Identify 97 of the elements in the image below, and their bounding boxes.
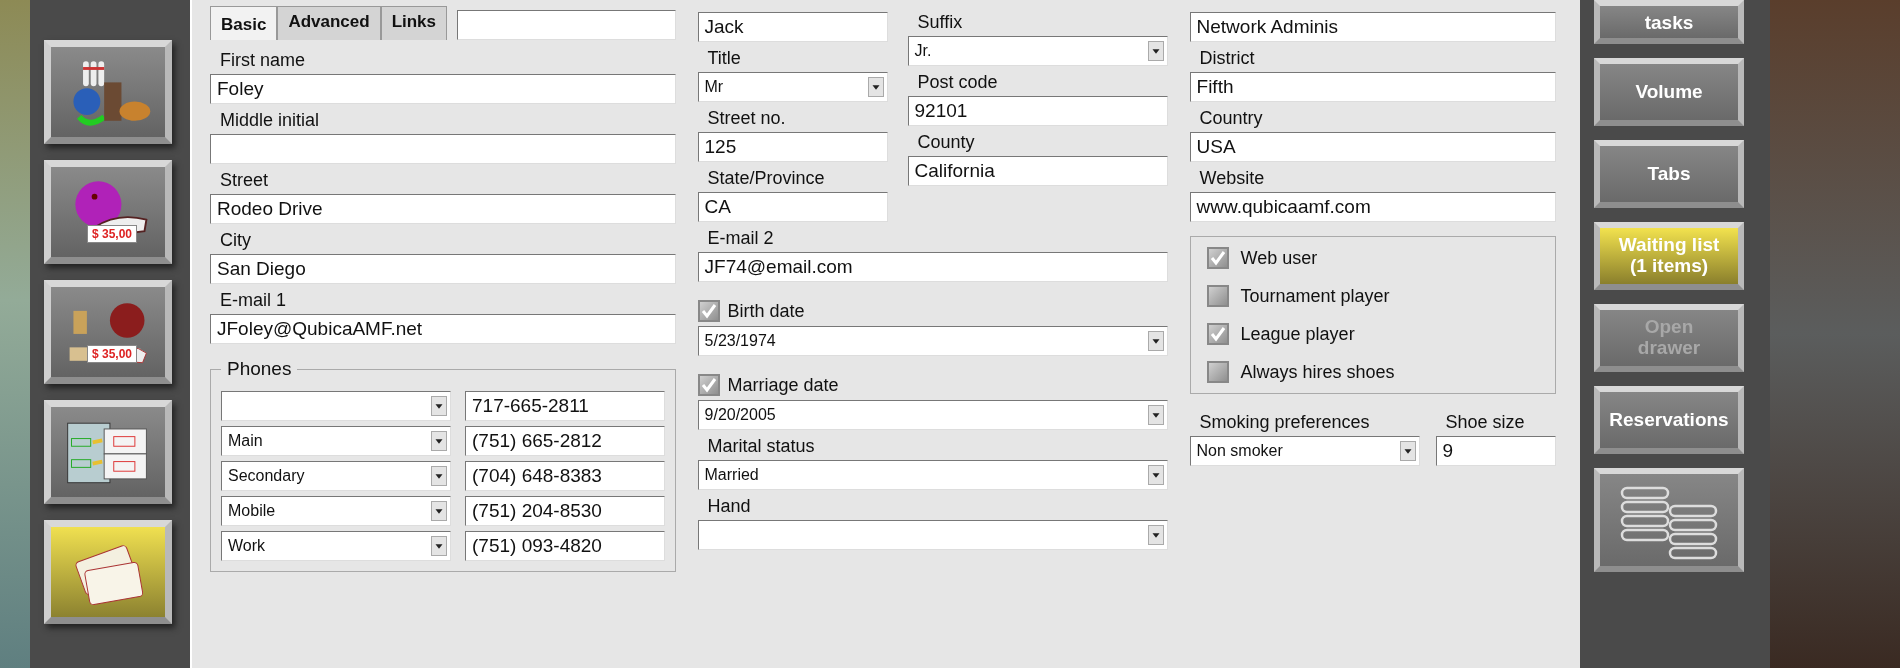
- caret-icon: [1147, 465, 1164, 485]
- field-label: E-mail 1: [220, 290, 287, 311]
- price-tag: $ 35,00: [87, 225, 138, 243]
- checkbox-label: Web user: [1240, 247, 1318, 269]
- caret-icon: [431, 501, 447, 521]
- dropdown-field[interactable]: Mobile: [221, 496, 451, 526]
- checkbox-label: Tournament player: [1240, 285, 1390, 307]
- dropdown-field[interactable]: Non smoker: [1189, 436, 1420, 466]
- field-label: First name: [220, 50, 307, 71]
- caret-icon: [1147, 41, 1164, 61]
- dropdown-field[interactable]: Jr.: [907, 36, 1168, 66]
- tab[interactable]: Basic: [210, 6, 278, 40]
- caret-icon: [431, 466, 447, 486]
- field-label: Hand: [707, 496, 752, 517]
- side-button[interactable]: Tabs: [1594, 140, 1744, 208]
- check-icon: [1208, 249, 1227, 267]
- icon-button[interactable]: [44, 40, 172, 144]
- caret-icon: [1147, 405, 1164, 425]
- dropdown-field[interactable]: Married: [697, 460, 1168, 490]
- dropdown-field[interactable]: Main: [221, 426, 451, 456]
- input-field[interactable]: USA: [1189, 132, 1556, 162]
- dropdown-field[interactable]: Work: [221, 531, 451, 561]
- input-field[interactable]: 125: [697, 132, 888, 162]
- field-label: Post code: [917, 72, 999, 93]
- caret-icon: [431, 431, 447, 451]
- check-icon: [699, 302, 718, 320]
- dropdown-field[interactable]: [221, 391, 451, 421]
- dropdown-field[interactable]: 5/23/1974: [697, 326, 1168, 356]
- price-tag: $ 35,00: [87, 345, 138, 363]
- input-field[interactable]: (704) 648-8383: [465, 461, 665, 491]
- icon-button[interactable]: $ 35,00: [44, 280, 172, 384]
- checkbox[interactable]: [697, 374, 720, 396]
- input-field[interactable]: (751) 665-2812: [465, 426, 665, 456]
- input-field[interactable]: 92101: [907, 96, 1168, 126]
- caret-icon: [431, 536, 447, 556]
- input-field[interactable]: JF74@email.com: [697, 252, 1168, 282]
- field-label: City: [220, 230, 252, 251]
- check-icon: [1208, 325, 1227, 343]
- input-field[interactable]: [210, 134, 676, 164]
- field-label: Marital status: [707, 436, 816, 457]
- field-label: Smoking preferences: [1199, 412, 1371, 433]
- input-field[interactable]: JFoley@QubicaAMF.net: [210, 314, 676, 344]
- checkbox-label: League player: [1240, 323, 1355, 345]
- checkbox[interactable]: [697, 300, 720, 322]
- caret-icon: [867, 77, 884, 97]
- group-title: Phones: [226, 358, 293, 380]
- field-label: State/Province: [707, 168, 826, 189]
- input-field[interactable]: San Diego: [210, 254, 676, 284]
- field-label: Marriage date: [727, 374, 839, 396]
- field-label: Birth date: [727, 300, 805, 322]
- input-field[interactable]: 9: [1435, 436, 1556, 466]
- input-field[interactable]: Jack: [697, 12, 888, 42]
- dropdown-field[interactable]: Mr: [697, 72, 888, 102]
- input-field[interactable]: www.qubicaamf.com: [1189, 192, 1556, 222]
- input-field[interactable]: [457, 10, 676, 40]
- tab[interactable]: Advanced: [277, 6, 381, 40]
- dropdown-field[interactable]: 9/20/2005: [697, 400, 1168, 430]
- field-label: E-mail 2: [707, 228, 775, 249]
- side-button[interactable]: Volume: [1594, 58, 1744, 126]
- dropdown-field[interactable]: [697, 520, 1168, 550]
- side-button[interactable]: tasks: [1594, 0, 1744, 44]
- field-label: Title: [707, 48, 742, 69]
- input-field[interactable]: 717-665-2811: [465, 391, 665, 421]
- field-label: Website: [1199, 168, 1266, 189]
- caret-icon: [431, 396, 447, 416]
- icon-button[interactable]: [44, 400, 172, 504]
- input-field[interactable]: (751) 093-4820: [465, 531, 665, 561]
- field-label: Street no.: [707, 108, 787, 129]
- input-field[interactable]: CA: [697, 192, 888, 222]
- icon-button[interactable]: $ 35,00: [44, 160, 172, 264]
- field-label: Suffix: [917, 12, 964, 33]
- checkbox[interactable]: [1206, 285, 1229, 307]
- input-field[interactable]: California: [907, 156, 1168, 186]
- caret-icon: [1399, 441, 1416, 461]
- field-label: Street: [220, 170, 270, 191]
- tab[interactable]: Links: [380, 6, 448, 40]
- dropdown-field[interactable]: Secondary: [221, 461, 451, 491]
- field-label: Shoe size: [1445, 412, 1526, 433]
- field-label: Middle initial: [220, 110, 321, 131]
- input-field[interactable]: Network Adminis: [1189, 12, 1556, 42]
- checkbox[interactable]: [1206, 361, 1229, 383]
- field-label: County: [917, 132, 976, 153]
- field-label: District: [1199, 48, 1256, 69]
- input-field[interactable]: (751) 204-8530: [465, 496, 665, 526]
- icon-button[interactable]: [1594, 468, 1744, 572]
- field-label: Country: [1199, 108, 1264, 129]
- checkbox-label: Always hires shoes: [1240, 361, 1395, 383]
- input-field[interactable]: Foley: [210, 74, 676, 104]
- check-icon: [699, 376, 718, 394]
- caret-icon: [1147, 331, 1164, 351]
- checkbox[interactable]: [1206, 247, 1229, 269]
- icon-button[interactable]: [44, 520, 172, 624]
- input-field[interactable]: Fifth: [1189, 72, 1556, 102]
- input-field[interactable]: Rodeo Drive: [210, 194, 676, 224]
- caret-icon: [1147, 525, 1164, 545]
- checkbox[interactable]: [1206, 323, 1229, 345]
- side-button[interactable]: Reservations: [1594, 386, 1744, 454]
